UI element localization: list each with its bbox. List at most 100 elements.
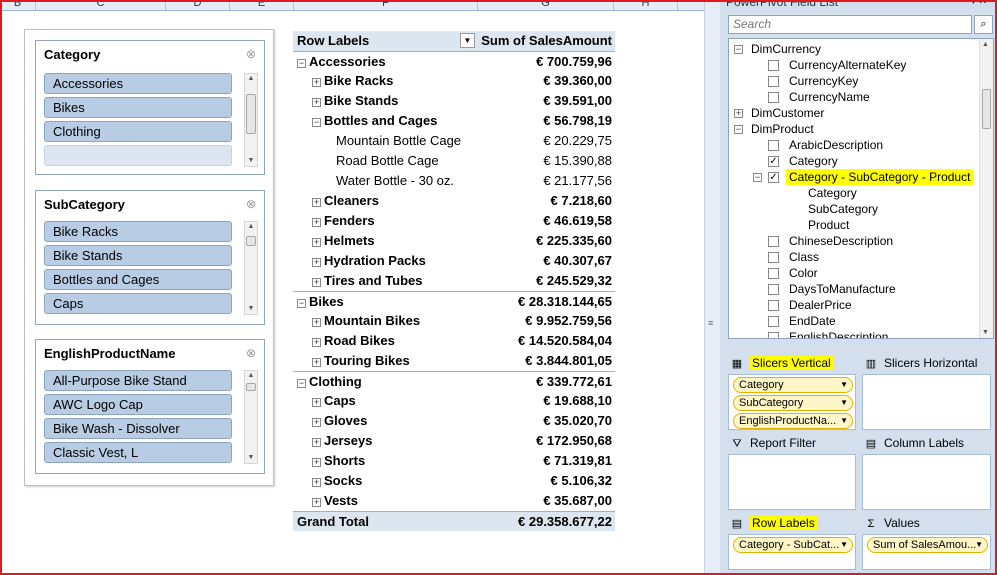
field-pill[interactable]: SubCategory ▼: [733, 395, 853, 411]
row-labels-header[interactable]: Row Labels: [297, 31, 369, 51]
search-input[interactable]: Search: [728, 15, 972, 34]
column-header-g[interactable]: G: [478, 0, 614, 10]
scroll-down-icon[interactable]: ▼: [245, 304, 257, 314]
collapse-icon[interactable]: −: [297, 299, 306, 308]
field-checkbox[interactable]: [768, 140, 779, 151]
field-node[interactable]: DealerPrice: [789, 297, 852, 313]
pivot-row[interactable]: + Road Bikes € 14.520.584,04: [293, 331, 615, 351]
pivot-row[interactable]: + Jerseys € 172.950,68: [293, 431, 615, 451]
panel-options-icon[interactable]: ▾ ✕: [971, 0, 987, 7]
collapse-icon[interactable]: −: [297, 379, 306, 388]
field-checkbox[interactable]: [768, 60, 779, 71]
pivot-row[interactable]: − Accessories € 700.759,96: [293, 51, 615, 71]
pivot-row[interactable]: Water Bottle - 30 oz. € 21.177,56: [293, 171, 615, 191]
pivot-row[interactable]: − Bottles and Cages € 56.798,19: [293, 111, 615, 131]
field-node[interactable]: EndDate: [789, 313, 836, 329]
column-header-h[interactable]: H: [614, 0, 678, 10]
field-node[interactable]: Class: [789, 249, 819, 265]
scroll-thumb[interactable]: [246, 383, 256, 391]
field-node[interactable]: CurrencyAlternateKey: [789, 57, 906, 73]
pivot-row[interactable]: Mountain Bottle Cage € 20.229,75: [293, 131, 615, 151]
collapse-icon[interactable]: −: [734, 45, 743, 54]
dropdown-icon[interactable]: ▼: [975, 538, 983, 552]
expand-icon[interactable]: +: [312, 78, 321, 87]
field-node[interactable]: ChineseDescription: [789, 233, 893, 249]
pivot-row[interactable]: + Fenders € 46.619,58: [293, 211, 615, 231]
slicer-item[interactable]: Bike Racks: [44, 221, 232, 242]
slicer-item[interactable]: All-Purpose Bike Stand: [44, 370, 232, 391]
field-node[interactable]: EnglishDescription: [789, 329, 888, 338]
field-checkbox[interactable]: [768, 76, 779, 87]
scroll-thumb[interactable]: [982, 89, 991, 129]
expand-icon[interactable]: +: [312, 218, 321, 227]
pivot-row[interactable]: − Bikes € 28.318.144,65: [293, 291, 615, 311]
clear-filter-icon[interactable]: ⊗: [246, 47, 256, 61]
splitter-grip-icon[interactable]: ≡: [708, 318, 713, 328]
pivot-row[interactable]: + Mountain Bikes € 9.952.759,56: [293, 311, 615, 331]
slicer-item[interactable]: Caps: [44, 293, 232, 314]
zone-values[interactable]: Sum of SalesAmou... ▼: [862, 534, 991, 570]
column-header-c[interactable]: C: [36, 0, 166, 10]
zone-slicers-vertical[interactable]: Category ▼ SubCategory ▼ EnglishProductNa.…: [728, 374, 856, 430]
slicer-item[interactable]: Bike Stands: [44, 245, 232, 266]
filter-dropdown-icon[interactable]: ▼: [460, 33, 475, 48]
panel-splitter[interactable]: ≡: [704, 0, 720, 575]
expand-icon[interactable]: +: [312, 478, 321, 487]
column-header-d[interactable]: D: [166, 0, 230, 10]
expand-icon[interactable]: +: [312, 458, 321, 467]
search-icon[interactable]: ⌕: [974, 15, 993, 34]
scroll-down-icon[interactable]: ▼: [245, 156, 257, 166]
field-checkbox[interactable]: [768, 252, 779, 263]
slicer-scrollbar[interactable]: ▲ ▼: [244, 73, 258, 167]
expand-icon[interactable]: +: [734, 109, 743, 118]
field-node[interactable]: Category: [789, 153, 838, 169]
table-node[interactable]: DimProduct: [751, 121, 814, 137]
field-node[interactable]: CurrencyKey: [789, 73, 858, 89]
hierarchy-node[interactable]: Category - SubCategory - Product: [786, 169, 974, 185]
field-checkbox[interactable]: [768, 268, 779, 279]
dropdown-icon[interactable]: ▼: [840, 396, 848, 410]
slicer-scrollbar[interactable]: ▲ ▼: [244, 221, 258, 315]
table-node[interactable]: DimCustomer: [751, 105, 824, 121]
slicer-item[interactable]: Bottles and Cages: [44, 269, 232, 290]
zone-row-labels[interactable]: Category - SubCat... ▼: [728, 534, 856, 570]
pivot-row[interactable]: − Clothing € 339.772,61: [293, 371, 615, 391]
scroll-up-icon[interactable]: ▲: [245, 371, 257, 381]
pivot-row[interactable]: + Bike Racks € 39.360,00: [293, 71, 615, 91]
scroll-down-icon[interactable]: ▼: [982, 329, 989, 336]
field-pill[interactable]: Category ▼: [733, 377, 853, 393]
dropdown-icon[interactable]: ▼: [840, 414, 848, 428]
collapse-icon[interactable]: −: [297, 59, 306, 68]
field-node[interactable]: ArabicDescription: [789, 137, 883, 153]
pivot-row[interactable]: + Socks € 5.106,32: [293, 471, 615, 491]
expand-icon[interactable]: +: [312, 98, 321, 107]
tree-scrollbar[interactable]: ▲ ▼: [979, 39, 993, 338]
expand-icon[interactable]: +: [312, 438, 321, 447]
field-checkbox[interactable]: [768, 332, 779, 338]
slicer-scrollbar[interactable]: ▲ ▼: [244, 370, 258, 464]
field-node[interactable]: CurrencyName: [789, 89, 870, 105]
pivot-row[interactable]: + Caps € 19.688,10: [293, 391, 615, 411]
clear-filter-icon[interactable]: ⊗: [246, 197, 256, 211]
expand-icon[interactable]: +: [312, 498, 321, 507]
scroll-thumb[interactable]: [246, 236, 256, 246]
expand-icon[interactable]: +: [312, 278, 321, 287]
expand-icon[interactable]: +: [312, 238, 321, 247]
field-checkbox[interactable]: [768, 300, 779, 311]
slicer-item[interactable]: Bike Wash - Dissolver: [44, 418, 232, 439]
field-checkbox[interactable]: [768, 316, 779, 327]
zone-slicers-horizontal[interactable]: [862, 374, 991, 430]
zone-column-labels[interactable]: [862, 454, 991, 510]
expand-icon[interactable]: +: [312, 358, 321, 367]
field-checkbox[interactable]: [768, 92, 779, 103]
pivot-row[interactable]: + Shorts € 71.319,81: [293, 451, 615, 471]
field-checkbox[interactable]: [768, 236, 779, 247]
slicer-item[interactable]: Clothing: [44, 121, 232, 142]
scroll-thumb[interactable]: [246, 94, 256, 134]
column-header-b[interactable]: B: [0, 0, 36, 10]
scroll-up-icon[interactable]: ▲: [245, 222, 257, 232]
field-checkbox[interactable]: [768, 284, 779, 295]
expand-icon[interactable]: +: [312, 318, 321, 327]
field-node[interactable]: Color: [789, 265, 818, 281]
collapse-icon[interactable]: −: [753, 173, 762, 182]
